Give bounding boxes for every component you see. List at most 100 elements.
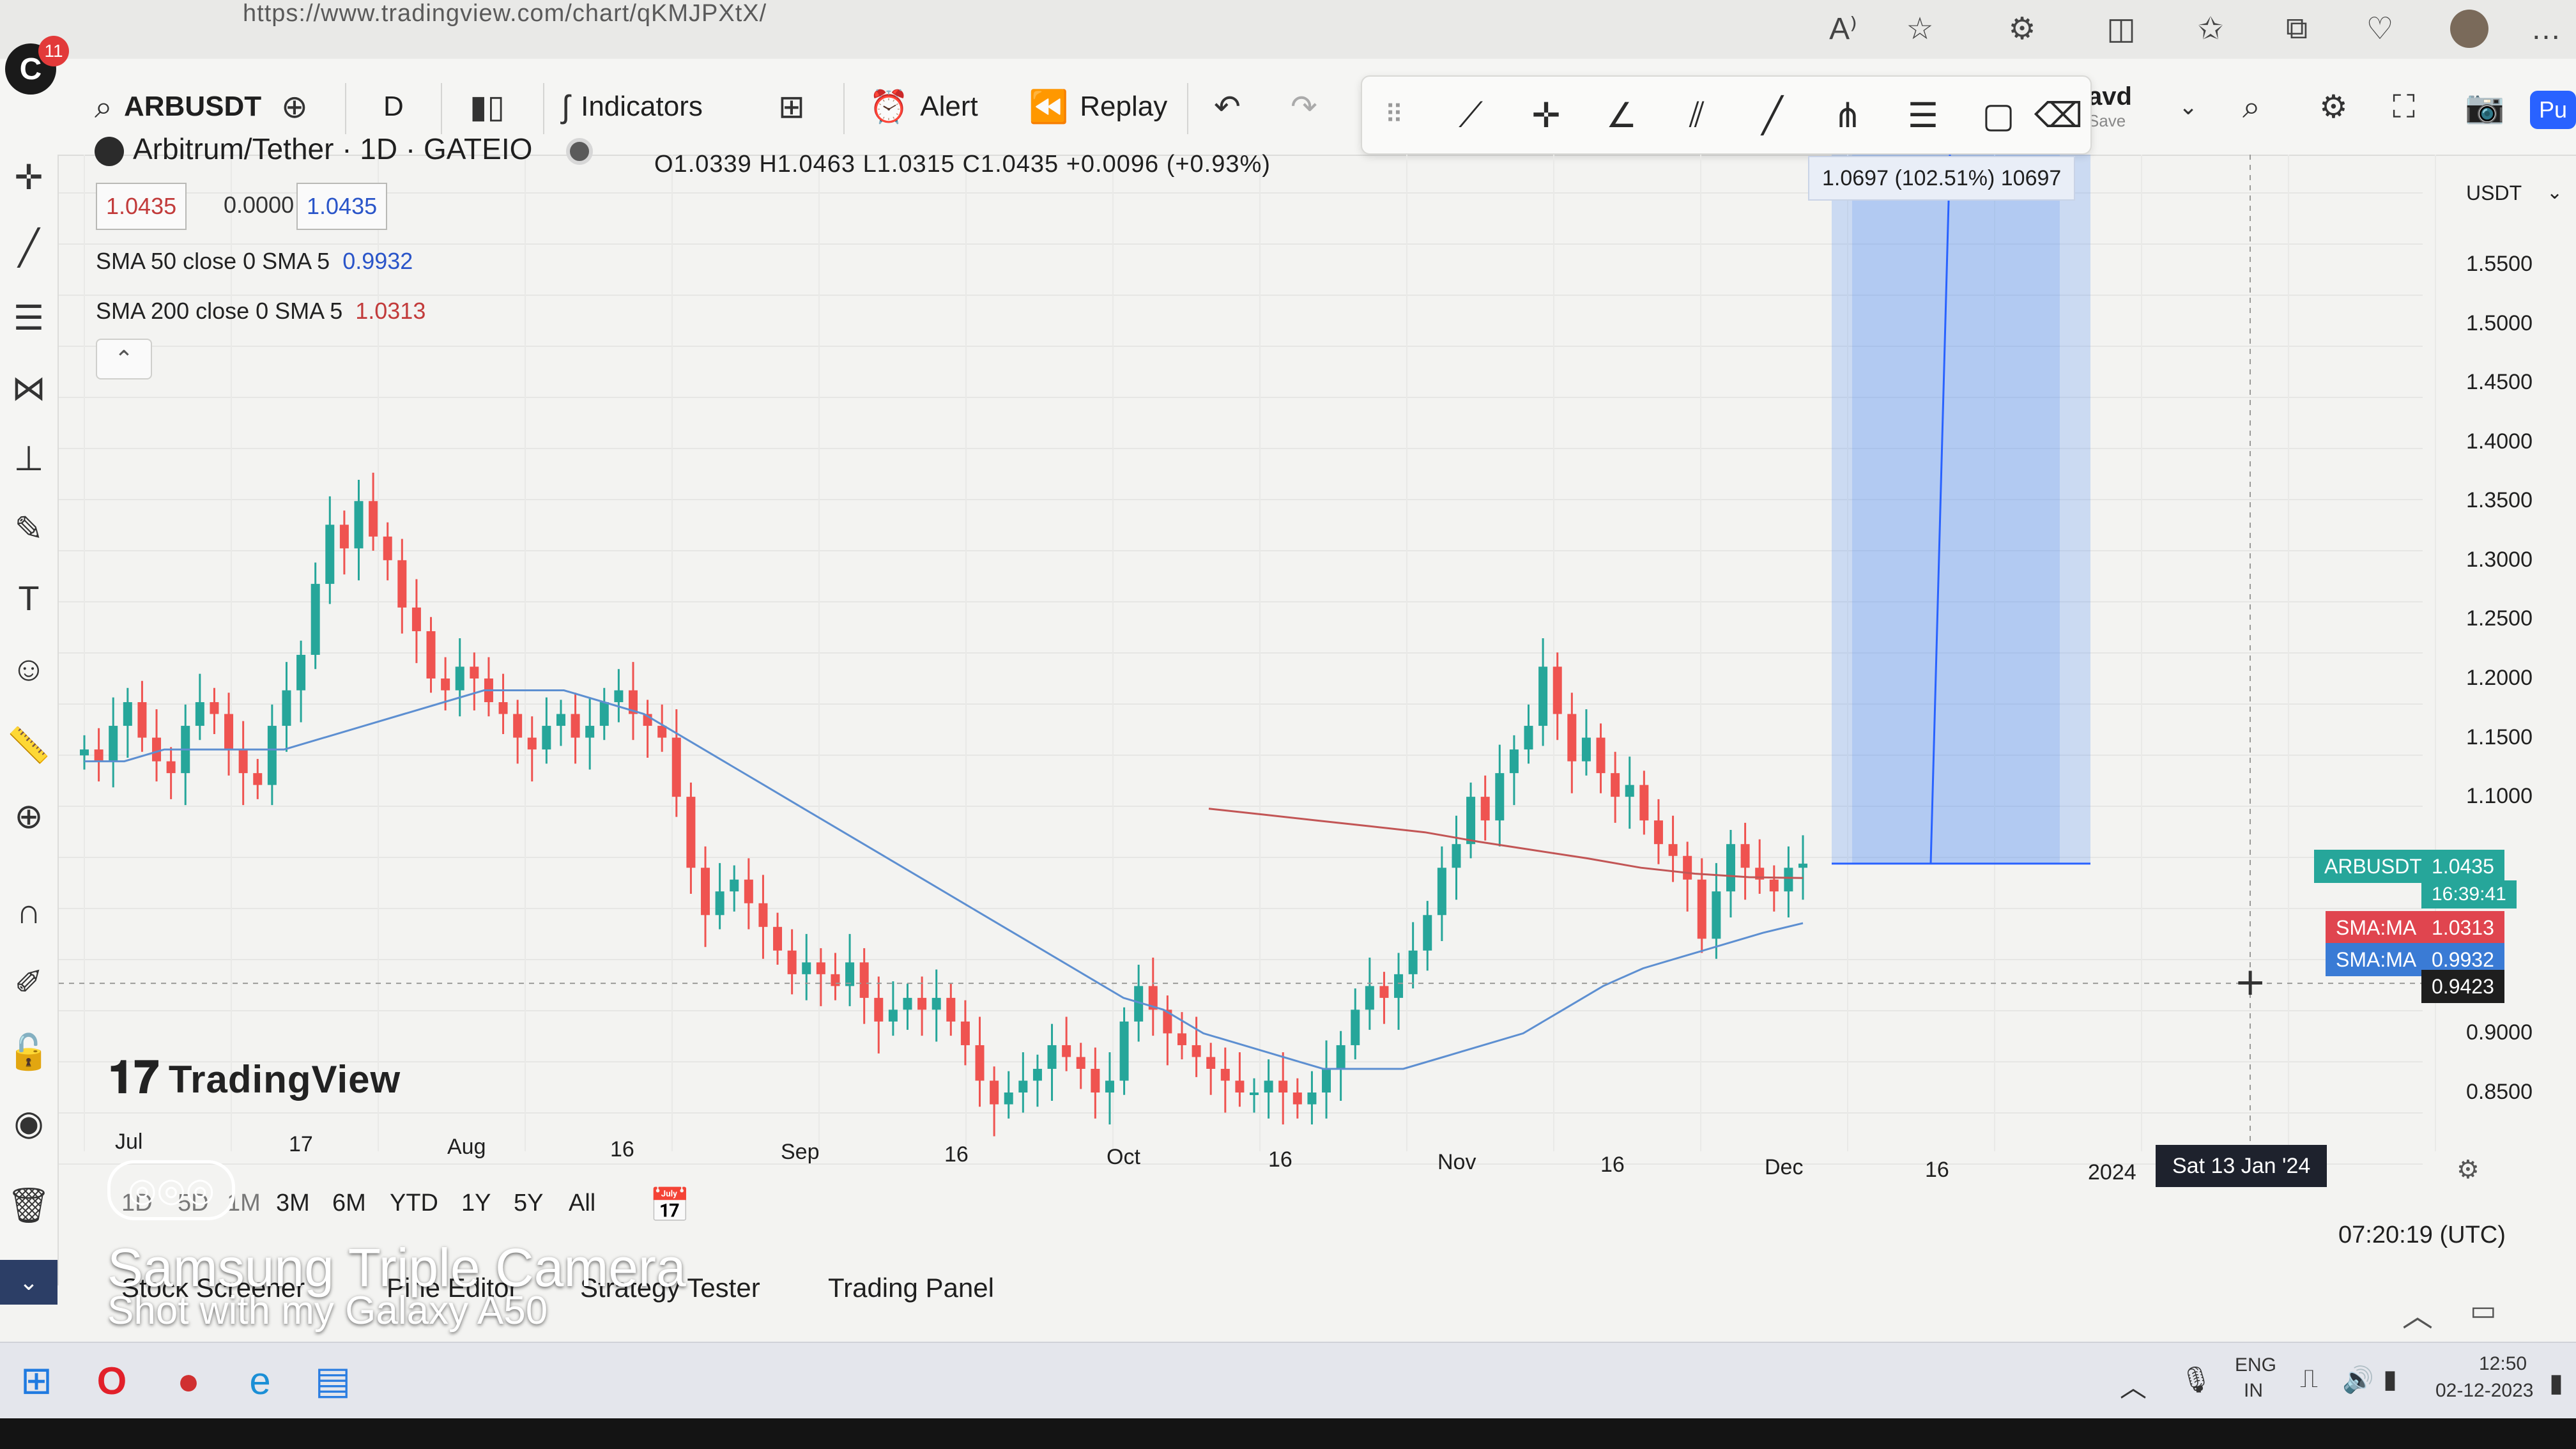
trend-line-tool-icon[interactable]: ╱ (6, 225, 51, 270)
undo-button[interactable]: ↶ (1214, 59, 1252, 155)
collapse-panel-icon[interactable]: ⌄ (0, 1260, 57, 1305)
tradingview-watermark: 𝟏𝟕 TradingView (109, 1052, 401, 1104)
utc-clock[interactable]: 07:20:19 (UTC) (2338, 1222, 2506, 1249)
candle-body (1351, 1009, 1360, 1045)
sell-price[interactable]: 1.0435 (96, 183, 187, 230)
date-range-icon[interactable]: 📅 (649, 1186, 691, 1225)
chevron-up-icon[interactable]: ︿ (2402, 1291, 2433, 1335)
lock-icon[interactable]: 🔓 (6, 1030, 51, 1075)
rectangle-tool-icon[interactable]: ▢ (1973, 89, 2024, 141)
candle-body (80, 749, 89, 756)
settings-button[interactable]: ⚙ (2319, 59, 2359, 155)
profile-avatar[interactable] (2447, 6, 2492, 51)
ray-tool-icon[interactable]: ⟋ (1445, 89, 1496, 141)
eye-icon[interactable]: ◉ (6, 1100, 51, 1145)
pattern-icon[interactable]: ⋈ (6, 365, 51, 410)
currency-label[interactable]: USDT (2466, 181, 2522, 205)
collapse-legend-button[interactable]: ⌃ (96, 339, 152, 379)
trash-icon[interactable]: 🗑 (6, 1183, 51, 1228)
chevron-down-icon[interactable]: ⌄ (2547, 181, 2563, 204)
fullscreen-button[interactable]: ⛶ (2393, 59, 2426, 155)
star-icon[interactable]: ☆ (1897, 6, 1942, 51)
redo-button[interactable]: ↷ (1291, 59, 1329, 155)
buy-price[interactable]: 1.0435 (296, 183, 388, 230)
ruler-icon[interactable]: 📏 (6, 723, 51, 768)
fib-retracement-icon[interactable]: ☰ (1897, 89, 1949, 141)
emoji-icon[interactable]: ☺ (6, 647, 51, 691)
notification-icon[interactable]: ▮ (2549, 1368, 2563, 1398)
tray-time[interactable]: 12:50 (2479, 1353, 2527, 1375)
trend-line-icon[interactable]: ╱ (1747, 89, 1798, 141)
save-layout-button[interactable]: avd Save (2088, 59, 2132, 155)
crosshair-tool-icon[interactable]: ✛ (1521, 89, 1572, 141)
microphone-icon[interactable]: 🎙 (2180, 1365, 2212, 1395)
candle-body (1740, 844, 1750, 868)
quick-search-button[interactable]: ⌕ (2242, 59, 2272, 155)
opera-icon[interactable]: O (83, 1352, 141, 1409)
range-button-all[interactable]: All (569, 1190, 595, 1217)
battery-icon[interactable]: ▮ (2383, 1365, 2397, 1394)
sma200-legend[interactable]: SMA 200 close 0 SMA 5 1.0313 (96, 298, 425, 325)
candle-body (253, 773, 263, 785)
symbol-legend[interactable]: Arbitrum/Tether · 1D · GATEIO (95, 132, 594, 166)
stay-drawing-icon[interactable]: ✐ (6, 960, 51, 1004)
range-button-6m[interactable]: 6M (332, 1190, 366, 1217)
snapshot-button[interactable]: 📷 (2465, 59, 2516, 155)
redo-icon: ↷ (1291, 89, 1317, 125)
candle-body (1336, 1045, 1346, 1069)
sma50-legend[interactable]: SMA 50 close 0 SMA 5 0.9932 (96, 248, 413, 275)
app-icon[interactable]: ● (160, 1352, 217, 1409)
pitchfork-icon[interactable]: ⋔ (1822, 89, 1873, 141)
maximize-panel-icon[interactable]: ▭ (2470, 1294, 2497, 1327)
price-tick: 1.2000 (2466, 666, 2533, 690)
split-screen-icon[interactable]: ◫ (2099, 6, 2143, 51)
volume-icon[interactable]: 🔊 (2342, 1365, 2374, 1395)
scale-settings-icon[interactable]: ⚙ (2457, 1155, 2480, 1184)
candle-body (556, 714, 565, 726)
cursor-icon[interactable]: ✛ (6, 155, 51, 199)
candle-body (686, 797, 696, 868)
magnet-icon[interactable]: ∩ (6, 889, 51, 934)
more-icon[interactable]: … (2524, 6, 2568, 51)
drag-handle-icon[interactable]: ⠿ (1368, 89, 1420, 141)
eraser-icon[interactable]: ⌫ (2033, 89, 2084, 141)
publish-button[interactable]: Pu (2530, 91, 2576, 129)
price-tick: 1.5500 (2466, 252, 2533, 276)
notepad-icon[interactable]: ▤ (304, 1352, 362, 1409)
projection-icon[interactable]: ⊥ (6, 436, 51, 480)
range-button-ytd[interactable]: YTD (390, 1190, 438, 1217)
text-tool-icon[interactable]: T (6, 576, 51, 621)
brush-icon[interactable]: ✎ (6, 506, 51, 551)
alert-button[interactable]: ⏰ Alert (869, 59, 978, 155)
edge-icon[interactable]: e (231, 1352, 289, 1409)
tab-trading-panel[interactable]: Trading Panel (828, 1273, 994, 1303)
zoom-in-icon[interactable]: ⊕ (6, 793, 51, 838)
language-indicator[interactable]: ENG (2235, 1354, 2276, 1376)
candle-body (513, 714, 523, 738)
read-aloud-icon[interactable]: A⁾ (1821, 6, 1866, 51)
tray-date[interactable]: 02-12-2023 (2435, 1380, 2533, 1402)
market-status-icon (566, 137, 594, 165)
region-indicator[interactable]: IN (2244, 1380, 2263, 1402)
replay-button[interactable]: ⏪ Replay (1029, 59, 1167, 155)
pattern-tool-icon[interactable]: ∠ (1596, 89, 1647, 141)
layouts-button[interactable]: ⊞ (778, 59, 816, 155)
time-tick: 16 (1600, 1153, 1625, 1177)
fib-tool-icon[interactable]: ☰ (6, 295, 51, 340)
url-bar[interactable]: https://www.tradingview.com/chart/qKMJPX… (243, 0, 767, 27)
range-button-5y[interactable]: 5Y (514, 1190, 543, 1217)
network-icon[interactable]: ⎍ (2300, 1365, 2318, 1393)
indicators-icon: ʃ (562, 89, 570, 125)
channel-tool-icon[interactable]: ⫽ (1671, 89, 1722, 141)
windows-start-icon[interactable]: ⊞ (8, 1352, 65, 1409)
alert-label: Alert (920, 91, 978, 122)
tray-chevron-icon[interactable]: ︿ (2120, 1366, 2147, 1405)
candle-body (1581, 737, 1591, 762)
extensions-icon[interactable]: ⚙ (2000, 6, 2044, 51)
range-button-3m[interactable]: 3M (276, 1190, 310, 1217)
collections-icon[interactable]: ⧉ (2274, 6, 2319, 51)
range-button-1y[interactable]: 1Y (461, 1190, 491, 1217)
layout-dropdown[interactable]: ⌄ (2179, 59, 2209, 155)
heart-icon[interactable]: ♡ (2358, 6, 2402, 51)
favorites-icon[interactable]: ✩ (2188, 6, 2233, 51)
